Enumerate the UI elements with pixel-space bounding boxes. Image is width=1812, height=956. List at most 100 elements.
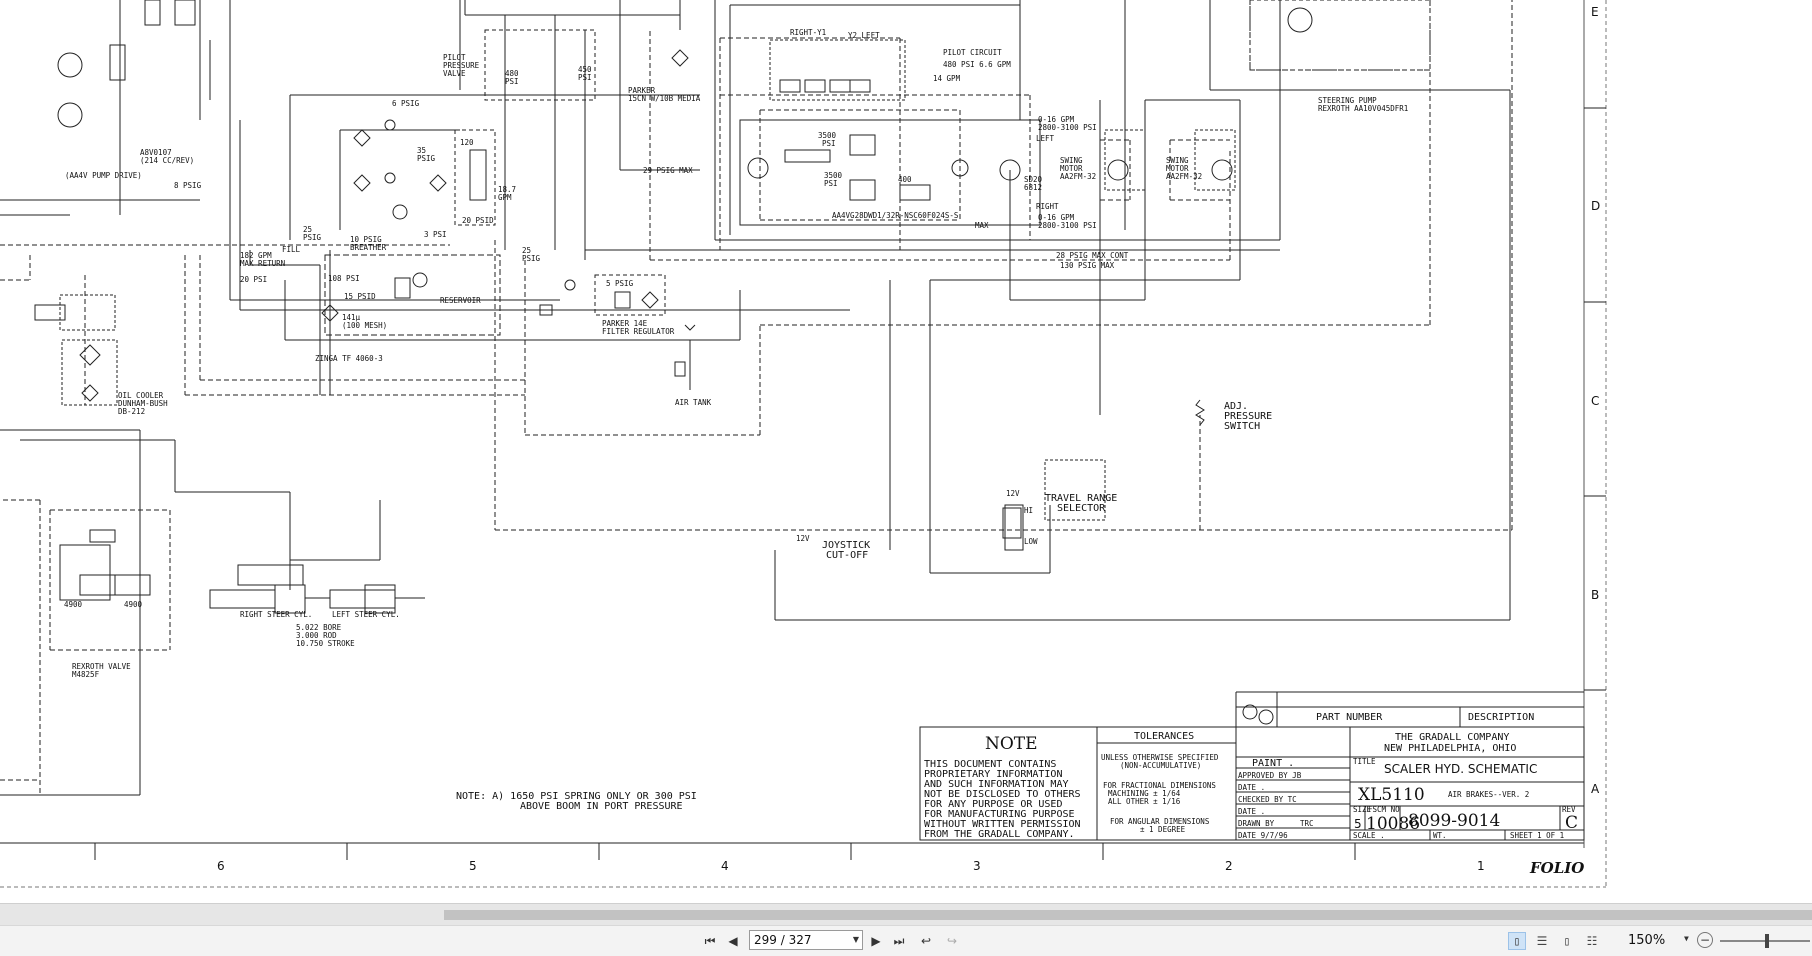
label: LOW	[1024, 537, 1038, 546]
label: 10.750 STROKE	[296, 639, 355, 648]
label: REXROTH AA10V045DFR1	[1318, 104, 1408, 113]
tolerances-line: ALL OTHER ± 1/16	[1108, 797, 1181, 806]
folio-label: FOLIO	[1529, 859, 1584, 877]
facing-view-icon[interactable]: ▯	[1558, 932, 1576, 950]
page-number-value: 299 / 327	[754, 933, 812, 947]
label: 480 PSI 6.6 GPM	[943, 60, 1011, 69]
zoom-out-icon[interactable]: −	[1697, 932, 1713, 948]
label: 4900	[64, 600, 83, 609]
label: (100 MESH)	[342, 321, 387, 330]
drawn-initials: TRC	[1300, 819, 1314, 828]
horizontal-scrollbar[interactable]	[0, 903, 1812, 926]
date-field: DATE .	[1238, 807, 1265, 816]
date-field: DATE .	[1238, 783, 1265, 792]
zone-letter: C	[1591, 394, 1599, 408]
zoom-level[interactable]: 150%	[1628, 933, 1665, 948]
company-location: NEW PHILADELPHIA, OHIO	[1384, 743, 1516, 754]
label: AIR TANK	[675, 398, 712, 407]
zone-letter: B	[1591, 588, 1599, 602]
date-field: DATE 9/7/96	[1238, 831, 1288, 840]
label: AA2FM-32	[1166, 172, 1202, 181]
label: ZINGA TF 4060-3	[315, 354, 383, 363]
wt-field: WT.	[1433, 831, 1447, 840]
zone-letter: D	[1591, 199, 1600, 213]
label: MAX RETURN	[240, 259, 285, 268]
first-page-icon[interactable]: ⏮	[702, 933, 718, 949]
zone-number: 5	[469, 859, 477, 873]
checked-field: CHECKED BY TC	[1238, 795, 1297, 804]
previous-view-icon[interactable]: ↩	[918, 933, 934, 949]
label: 6812	[1024, 183, 1042, 192]
zone-number: 2	[1225, 859, 1233, 873]
label: 3 PSI	[424, 230, 447, 239]
scrollbar-thumb[interactable]	[444, 910, 1812, 920]
label: VALVE	[443, 69, 466, 78]
note-heading: NOTE	[985, 734, 1038, 754]
label: RIGHT-Y1	[790, 28, 826, 37]
title-label: TITLE	[1353, 757, 1376, 766]
label: AA4VG28DWD1/32R-NSC60F024S-S	[832, 211, 959, 220]
label: PSIG	[417, 154, 436, 163]
zoom-slider-handle[interactable]	[1765, 934, 1769, 948]
approved-field: APPROVED BY JB	[1238, 771, 1302, 780]
label: PSIG	[522, 254, 541, 263]
continuous-facing-view-icon[interactable]: ☷	[1583, 932, 1601, 950]
label: 15CN W/10B MEDIA	[628, 94, 701, 103]
label: FILL	[282, 245, 301, 254]
label: 12V	[1006, 489, 1020, 498]
label: PILOT CIRCUIT	[943, 48, 1002, 57]
paint-field: PAINT .	[1252, 758, 1294, 769]
label: 2800-3100 PSI	[1038, 221, 1097, 230]
chevron-down-icon[interactable]: ▼	[1684, 934, 1689, 943]
drawing-title: SCALER HYD. SCHEMATIC	[1384, 762, 1537, 776]
chevron-down-icon[interactable]: ▼	[853, 935, 859, 944]
label: 14 GPM	[933, 74, 961, 83]
label: 5 PSIG	[606, 279, 634, 288]
label: Y2 LEFT	[848, 31, 880, 40]
note-line: FROM THE GRADALL COMPANY.	[924, 829, 1075, 840]
label: AA2FM-32	[1060, 172, 1096, 181]
zone-number: 4	[721, 859, 729, 873]
previous-page-icon[interactable]: ◀	[725, 933, 741, 949]
label: 12V	[796, 534, 810, 543]
last-page-icon[interactable]: ⏭	[891, 933, 907, 949]
zone-number: 3	[973, 859, 981, 873]
zone-letter: A	[1591, 782, 1600, 796]
label: HI	[1024, 506, 1033, 515]
label: LEFT STEER CYL.	[332, 610, 400, 619]
description-header: DESCRIPTION	[1468, 712, 1534, 723]
label: 4900	[124, 600, 143, 609]
model-number: XL5110	[1358, 785, 1425, 805]
label: PSI	[822, 139, 836, 148]
tolerances-line: (NON-ACCUMULATIVE)	[1120, 761, 1201, 770]
sheet-field: SHEET 1 OF 1	[1510, 831, 1564, 840]
label: 2800-3100 PSI	[1038, 123, 1097, 132]
fscm-label: FSCM NO	[1368, 805, 1400, 814]
next-view-icon[interactable]: ↪	[944, 933, 960, 949]
label: MAX	[975, 221, 989, 230]
company-name: THE GRADALL COMPANY	[1395, 732, 1509, 743]
label: 15 PSID	[344, 292, 376, 301]
label: 8 PSIG	[174, 181, 202, 190]
label: (214 CC/REV)	[140, 156, 194, 165]
label: LEFT	[1036, 134, 1055, 143]
continuous-view-icon[interactable]: ☰	[1533, 932, 1551, 950]
hydraulic-schematic: E D C B A 6 5 4 3 2 1 FOLIO PILOT CIRCUI…	[0, 0, 1607, 888]
label: 108 PSI	[328, 274, 360, 283]
label: FILTER REGULATOR	[602, 327, 675, 336]
label: PSI	[578, 73, 592, 82]
tolerances-heading: TOLERANCES	[1134, 731, 1194, 742]
label: 29 PSIG MAX	[643, 166, 693, 175]
label: RIGHT	[1036, 202, 1059, 211]
next-page-icon[interactable]: ▶	[868, 933, 884, 949]
page-number-input[interactable]: 299 / 327 ▼	[749, 930, 863, 950]
label: PSI	[505, 77, 519, 86]
drawing-subtitle: AIR BRAKES--VER. 2	[1448, 790, 1529, 799]
note-a-line: ABOVE BOOM IN PORT PRESSURE	[520, 801, 683, 812]
label: CUT-OFF	[826, 550, 868, 561]
label: 20 PSID	[462, 216, 494, 225]
label: 130 PSIG MAX	[1060, 261, 1115, 270]
single-page-view-icon[interactable]: ▯	[1508, 932, 1526, 950]
label: SWITCH	[1224, 421, 1260, 432]
label: 6 PSIG	[392, 99, 420, 108]
